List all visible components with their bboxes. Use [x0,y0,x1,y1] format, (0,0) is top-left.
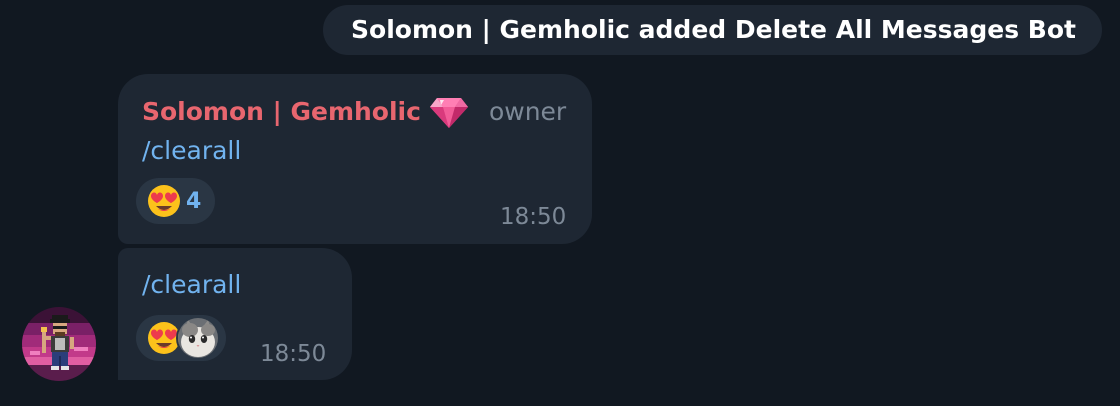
avatar[interactable] [22,307,96,381]
message-time: 18:50 [500,204,567,230]
role-label: owner [488,97,567,126]
command-link[interactable]: /clearall [142,268,241,302]
command-link[interactable]: /clearall [142,134,241,168]
bubble-tail [100,360,120,380]
pixel-avatar-icon [22,307,96,381]
gem-icon [429,98,468,128]
heart-eyes-emoji [148,185,180,217]
sender-name[interactable]: Solomon | Gemholic [142,94,421,130]
reaction-chip[interactable]: 4 [136,178,216,224]
service-message: Solomon | Gemholic added Delete All Mess… [323,5,1102,55]
message-bubble[interactable]: /clearall 18:50 [118,248,352,380]
message-time: 18:50 [260,341,327,367]
message-header: Solomon | Gemholic owner [142,94,566,130]
cat-avatar [176,316,220,360]
reaction-count: 4 [186,188,202,214]
reaction-chip[interactable] [136,315,226,361]
message-bubble[interactable]: Solomon | Gemholic owner /clearall 4 18:… [118,74,592,244]
